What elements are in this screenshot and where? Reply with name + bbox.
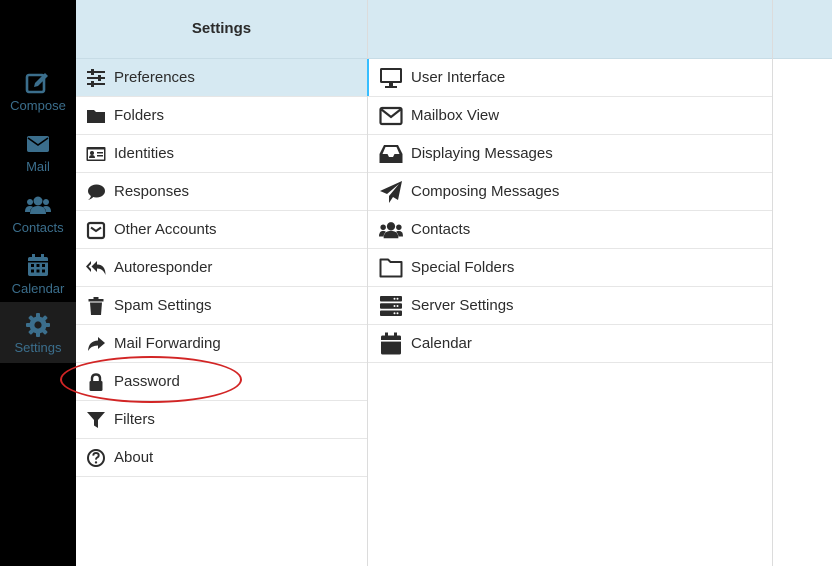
share-arrow-icon [86,334,106,354]
server-icon [379,294,403,318]
trash-icon [86,296,106,316]
section-label: About [114,449,154,466]
nav-contacts-label: Contacts [12,220,64,235]
question-circle-icon [86,448,106,468]
reply-all-icon [86,258,106,278]
section-label: Other Accounts [114,221,217,238]
pref-displaying-messages[interactable]: Displaying Messages [368,135,772,173]
gear-icon [25,312,51,338]
pref-label: User Interface [411,69,506,86]
section-preferences[interactable]: Preferences [76,59,367,97]
monitor-icon [379,66,403,90]
nav-contacts[interactable]: Contacts [0,184,76,244]
section-label: Spam Settings [114,297,212,314]
section-identities[interactable]: Identities [76,135,367,173]
preferences-panel: User Interface Mailbox View Displaying M… [367,0,773,566]
pref-label: Special Folders [411,259,515,276]
speech-bubble-icon [86,182,106,202]
pref-calendar[interactable]: Calendar [368,325,772,363]
content-pane [773,0,832,566]
section-filters[interactable]: Filters [76,401,367,439]
pref-contacts[interactable]: Contacts [368,211,772,249]
settings-sections-panel: Settings Preferences Folders Identities … [76,0,368,566]
pref-label: Composing Messages [411,183,560,200]
pref-label: Calendar [411,335,472,352]
section-label: Password [114,373,180,390]
pref-label: Contacts [411,221,471,238]
section-label: Identities [114,145,175,162]
pref-server-settings[interactable]: Server Settings [368,287,772,325]
calendar-icon [25,253,51,279]
section-label: Autoresponder [114,259,213,276]
settings-header: Settings [76,0,367,59]
pref-user-interface[interactable]: User Interface [367,59,772,97]
envelope-icon [25,131,51,157]
section-mail-forwarding[interactable]: Mail Forwarding [76,325,367,363]
nav-mail-label: Mail [26,159,50,174]
section-autoresponder[interactable]: Autoresponder [76,249,367,287]
nav-compose[interactable]: Compose [0,62,76,122]
users-icon [379,218,403,242]
section-other-accounts[interactable]: Other Accounts [76,211,367,249]
nav-mail[interactable]: Mail [0,123,76,183]
inbox-icon [379,142,403,166]
filter-icon [86,410,106,430]
section-label: Responses [114,183,190,200]
nav-compose-label: Compose [10,98,66,113]
section-label: Preferences [114,69,195,86]
paper-plane-icon [379,180,403,204]
section-responses[interactable]: Responses [76,173,367,211]
folder-outline-icon [379,256,403,280]
calendar-icon [379,332,403,356]
section-label: Mail Forwarding [114,335,221,352]
lock-icon [86,372,106,392]
settings-app: Compose Mail Contacts Calendar Settings [0,0,832,566]
compose-icon [25,70,51,96]
nav-settings-label: Settings [14,340,62,355]
envelope-square-icon [86,220,106,240]
sliders-icon [86,68,106,88]
nav-calendar-label: Calendar [11,281,65,296]
nav-settings[interactable]: Settings [0,302,76,363]
id-card-icon [86,144,106,164]
preferences-header [368,0,772,59]
pref-label: Server Settings [411,297,514,314]
nav-calendar[interactable]: Calendar [0,245,76,305]
section-label: Folders [114,107,165,124]
main-nav: Compose Mail Contacts Calendar Settings [0,0,76,566]
envelope-outline-icon [379,104,403,128]
section-about[interactable]: About [76,439,367,477]
folder-icon [86,106,106,126]
users-icon [25,192,51,218]
pref-composing-messages[interactable]: Composing Messages [368,173,772,211]
content-pane-header [773,0,832,59]
section-spam-settings[interactable]: Spam Settings [76,287,367,325]
pref-special-folders[interactable]: Special Folders [368,249,772,287]
section-folders[interactable]: Folders [76,97,367,135]
pref-label: Displaying Messages [411,145,553,162]
settings-title: Settings [191,20,252,37]
section-label: Filters [114,411,155,428]
section-password[interactable]: Password [76,363,367,401]
preferences-list: User Interface Mailbox View Displaying M… [367,59,772,363]
pref-mailbox-view[interactable]: Mailbox View [368,97,772,135]
settings-section-list: Preferences Folders Identities Responses… [76,59,367,477]
pref-label: Mailbox View [411,107,500,124]
